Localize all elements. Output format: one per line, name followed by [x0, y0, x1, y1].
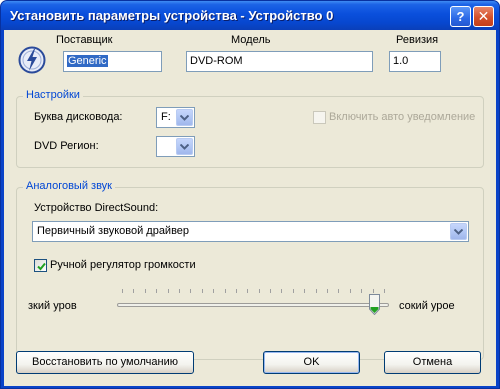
- volume-low-label: зкий уров: [28, 300, 77, 312]
- dvd-region-select[interactable]: [156, 136, 195, 157]
- slider-tick: [213, 289, 215, 293]
- slider-tick: [327, 289, 329, 293]
- volume-slider-track[interactable]: [117, 303, 389, 307]
- window-title: Установить параметры устройства - Устрой…: [10, 8, 334, 23]
- analog-audio-group-title: Аналоговый звук: [23, 180, 115, 192]
- slider-tick: [338, 289, 340, 293]
- dvd-region-label: DVD Регион:: [34, 140, 99, 152]
- model-label: Модель: [231, 34, 271, 46]
- directsound-value: Первичный звуковой драйвер: [37, 225, 190, 237]
- slider-tick: [270, 289, 272, 293]
- revision-value: 1.0: [393, 55, 409, 67]
- vendor-field[interactable]: Generic: [63, 51, 162, 72]
- slider-tick: [201, 289, 203, 293]
- slider-tick: [304, 289, 306, 293]
- manual-volume-label: Ручной регулятор громкости: [50, 259, 196, 271]
- volume-high-label: сокий урое: [399, 300, 455, 312]
- slider-tick: [133, 289, 135, 293]
- drive-letter-label: Буква дисковода:: [34, 111, 123, 123]
- title-bar[interactable]: Установить параметры устройства - Устрой…: [1, 1, 499, 30]
- manual-volume-checkbox[interactable]: [34, 259, 47, 272]
- slider-tick: [361, 289, 363, 293]
- close-button[interactable]: ✕: [473, 6, 494, 27]
- drive-letter-value: F:: [161, 111, 171, 123]
- auto-notify-checkbox[interactable]: [313, 111, 326, 124]
- slider-tick: [384, 289, 385, 293]
- cancel-button[interactable]: Отмена: [384, 351, 481, 374]
- slider-tick: [349, 289, 351, 293]
- model-value: DVD-ROM: [190, 55, 243, 67]
- slider-tick: [292, 289, 294, 293]
- help-button[interactable]: ?: [450, 6, 471, 27]
- chevron-down-icon[interactable]: [176, 109, 193, 126]
- slider-tick: [224, 289, 226, 293]
- slider-tick: [315, 289, 317, 293]
- settings-group-title: Настройки: [23, 89, 83, 101]
- dialog-window: Установить параметры устройства - Устрой…: [0, 0, 500, 389]
- slider-tick: [372, 289, 374, 293]
- model-field[interactable]: DVD-ROM: [186, 51, 373, 72]
- volume-slider-thumb[interactable]: [368, 294, 380, 316]
- revision-label: Ревизия: [396, 34, 439, 46]
- chevron-down-icon[interactable]: [176, 138, 193, 155]
- slider-tick: [144, 289, 146, 293]
- auto-notify-label: Включить авто уведомление: [329, 111, 476, 123]
- restore-defaults-button[interactable]: Восстановить по умолчанию: [16, 351, 194, 374]
- slider-tick: [178, 289, 180, 293]
- slider-tick: [190, 289, 192, 293]
- vendor-label: Поставщик: [56, 34, 113, 46]
- directsound-select[interactable]: Первичный звуковой драйвер: [32, 221, 469, 242]
- vendor-value: Generic: [67, 55, 108, 67]
- slider-tick: [156, 289, 158, 293]
- drive-lightning-icon: [18, 46, 46, 74]
- slider-tick: [281, 289, 283, 293]
- settings-group: [16, 96, 484, 168]
- dialog-body: Поставщик Generic Модель DVD-ROM Ревизия…: [4, 30, 496, 386]
- slider-tick: [235, 289, 237, 293]
- slider-tick: [258, 289, 260, 293]
- ok-button[interactable]: OK: [263, 351, 360, 374]
- directsound-label: Устройство DirectSound:: [34, 202, 159, 214]
- slider-tick: [122, 289, 123, 293]
- slider-tick: [247, 289, 249, 293]
- chevron-down-icon[interactable]: [450, 223, 467, 240]
- slider-tick: [167, 289, 169, 293]
- revision-field[interactable]: 1.0: [389, 51, 441, 72]
- drive-letter-select[interactable]: F:: [156, 107, 195, 128]
